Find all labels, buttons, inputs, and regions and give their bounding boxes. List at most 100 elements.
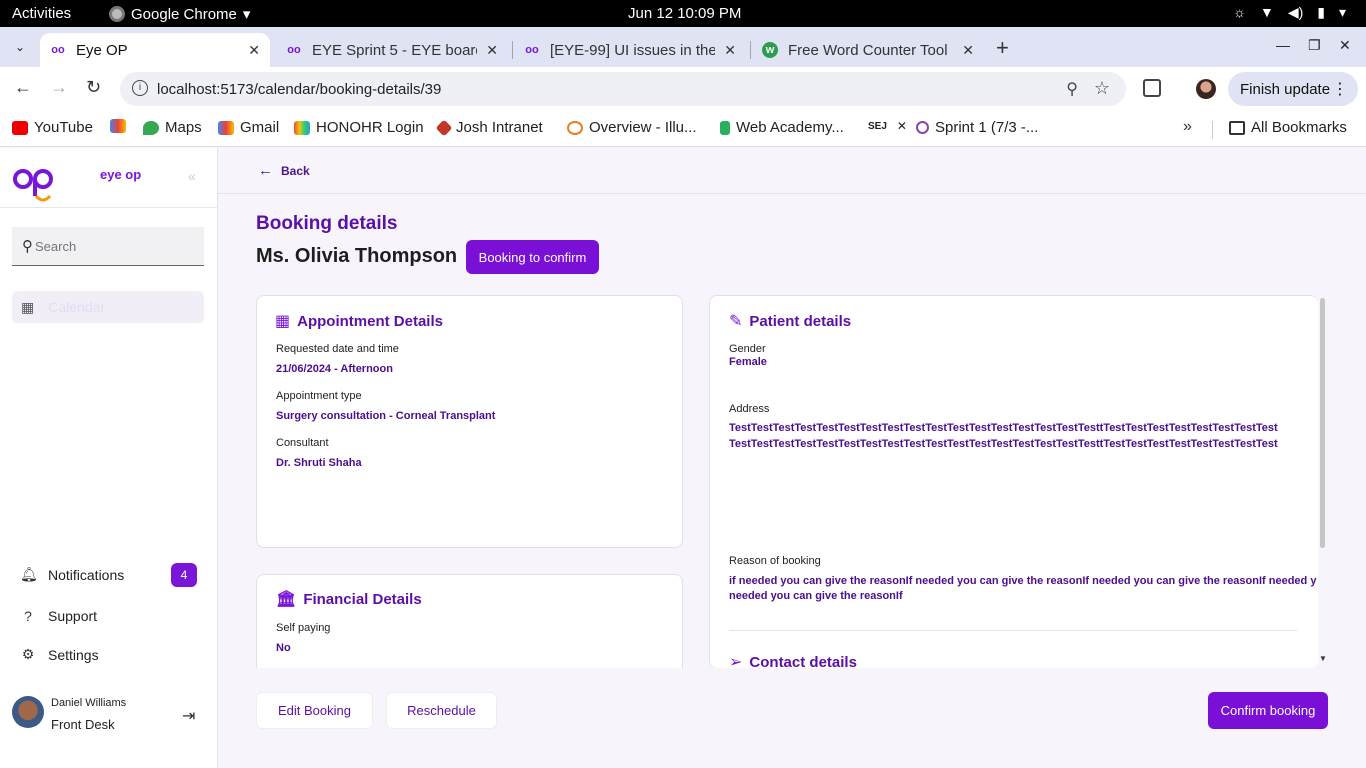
confirm-booking-button[interactable]: Confirm booking xyxy=(1208,692,1328,729)
system-tray[interactable]: ☼ ▼ ◀) ▮ ▾ xyxy=(1233,4,1346,21)
eye-op-logo-icon[interactable] xyxy=(12,166,56,206)
zoom-icon[interactable]: ⚲ xyxy=(1066,79,1078,99)
scrollbar[interactable] xyxy=(1320,298,1325,548)
close-tab-icon[interactable]: ✕ xyxy=(724,42,736,59)
minimize-icon[interactable]: — xyxy=(1276,37,1290,53)
user-role: Front Desk xyxy=(51,717,115,732)
activities-button[interactable]: Activities xyxy=(12,5,71,22)
chrome-icon xyxy=(109,6,125,22)
folder-icon xyxy=(1229,120,1245,135)
gmail-icon xyxy=(218,120,234,135)
booking-status-button[interactable]: Booking to confirm xyxy=(466,240,599,274)
tab-search-button[interactable]: ⌄ xyxy=(8,36,32,60)
consultant-value: Dr. Shruti Shaha xyxy=(276,457,362,469)
bookmark-maps[interactable]: Maps xyxy=(143,119,202,136)
more-bookmarks-icon[interactable]: » xyxy=(1183,118,1192,136)
wifi-icon: ▼ xyxy=(1259,4,1274,20)
bookmark-gmail-m[interactable] xyxy=(110,119,132,133)
search-input[interactable] xyxy=(35,238,185,254)
logout-icon[interactable]: ⇥ xyxy=(182,706,195,726)
patient-details-card: ✎ Patient details Gender Female Address … xyxy=(709,295,1318,668)
tab-word-counter[interactable]: w Free Word Counter Tool ✕ xyxy=(752,33,984,67)
bell-icon: 🔔︎ xyxy=(20,566,38,582)
close-x-icon: ✕ xyxy=(896,119,907,133)
tab-eye-99[interactable]: oo [EYE-99] UI issues in the ✕ xyxy=(514,33,746,67)
card-heading: ✎ Patient details xyxy=(729,311,851,331)
send-icon: ➢ xyxy=(729,654,743,668)
scroll-down-icon[interactable]: ▼ xyxy=(1319,654,1327,663)
forward-arrow-icon[interactable]: → xyxy=(50,77,68,98)
logo-wordmark: eye op xyxy=(100,167,142,182)
sidebar-item-label: Settings xyxy=(48,646,99,663)
card-heading: ▦ Appointment Details xyxy=(275,311,443,331)
close-tab-icon[interactable]: ✕ xyxy=(248,42,260,59)
bookmark-separator xyxy=(1212,121,1213,139)
avatar[interactable] xyxy=(12,696,44,728)
app-menu[interactable]: Google Chrome ▾ xyxy=(109,5,250,23)
tab-title: Eye OP xyxy=(76,41,128,59)
close-tab-icon[interactable]: ✕ xyxy=(962,42,974,59)
back-bar: ← Back xyxy=(218,148,1366,194)
tab-title: [EYE-99] UI issues in the xyxy=(550,41,715,59)
bookmark-overview[interactable]: Overview - Illu... xyxy=(567,119,697,136)
power-menu-icon: ▾ xyxy=(1338,4,1346,20)
sidebar-divider xyxy=(0,207,218,208)
appointment-type-label: Appointment type xyxy=(276,390,362,402)
page-title: Booking details xyxy=(256,213,398,234)
app-root: eye op « ⚲ ▦ Calendar 🔔︎ Notifications 4… xyxy=(0,148,1366,768)
search-icon: ⚲ xyxy=(22,238,33,255)
gender-value: Female xyxy=(729,356,767,368)
bookmark-sej[interactable]: SEJ ✕ xyxy=(868,119,907,133)
search-box[interactable]: ⚲ xyxy=(12,227,204,266)
volume-icon: ◀) xyxy=(1287,4,1304,20)
app-name: Google Chrome xyxy=(131,5,237,23)
reason-line-2: needed you can give the reasonIf xyxy=(729,590,903,602)
address-bar[interactable]: i localhost:5173/calendar/booking-detail… xyxy=(120,72,1126,106)
bookmark-label: All Bookmarks xyxy=(1251,119,1347,136)
collapse-sidebar-icon[interactable]: « xyxy=(188,168,196,184)
site-info-icon[interactable]: i xyxy=(132,80,148,96)
bookmark-label: Sprint 1 (7/3 -... xyxy=(935,119,1039,136)
self-paying-value: No xyxy=(276,642,291,654)
bookmark-josh-intranet[interactable]: Josh Intranet xyxy=(435,119,543,136)
reload-icon[interactable]: ↻ xyxy=(86,77,101,98)
battery-icon: ▮ xyxy=(1317,4,1325,20)
close-window-icon[interactable]: ✕ xyxy=(1339,37,1351,54)
clock[interactable]: Jun 12 10:09 PM xyxy=(628,5,741,22)
tab-title: EYE Sprint 5 - EYE board xyxy=(312,41,477,59)
extensions-icon[interactable] xyxy=(1143,79,1161,97)
sidebar-item-calendar[interactable]: ▦ Calendar xyxy=(12,291,204,323)
new-tab-icon[interactable]: + xyxy=(996,35,1009,61)
profile-avatar[interactable] xyxy=(1196,79,1216,99)
bookmark-honohr[interactable]: HONOHR Login xyxy=(294,119,424,136)
eye-op-favicon-icon: oo xyxy=(51,44,65,56)
close-tab-icon[interactable]: ✕ xyxy=(486,42,498,59)
reschedule-button[interactable]: Reschedule xyxy=(386,692,497,729)
tab-eye-op[interactable]: oo Eye OP ✕ xyxy=(40,33,270,67)
url-text[interactable]: localhost:5173/calendar/booking-details/… xyxy=(157,81,441,98)
sidebar-item-support[interactable]: ? Support xyxy=(20,608,97,624)
back-arrow-icon[interactable]: ← xyxy=(14,77,32,98)
eye-op-favicon-icon: oo xyxy=(525,44,539,56)
card-heading-text: Financial Details xyxy=(303,590,422,608)
requested-date-label: Requested date and time xyxy=(276,343,399,355)
finish-update-button[interactable]: Finish update ⋮ xyxy=(1228,72,1358,106)
sidebar-item-notifications[interactable]: 🔔︎ Notifications xyxy=(20,566,124,583)
all-bookmarks[interactable]: All Bookmarks xyxy=(1229,119,1347,136)
bookmark-star-icon[interactable]: ☆ xyxy=(1094,78,1110,99)
back-link[interactable]: ← Back xyxy=(258,162,310,179)
sidebar-item-settings[interactable]: ⚙ Settings xyxy=(20,646,99,663)
requested-date-value: 21/06/2024 - Afternoon xyxy=(276,363,393,375)
bookmark-youtube[interactable]: YouTube xyxy=(12,119,93,136)
sidebar-item-label: Calendar xyxy=(48,299,106,315)
tab-eye-sprint[interactable]: oo EYE Sprint 5 - EYE board ✕ xyxy=(276,33,508,67)
notifications-count-badge: 4 xyxy=(171,563,197,587)
restore-icon[interactable]: ❐ xyxy=(1308,37,1321,54)
word-counter-favicon-icon: w xyxy=(762,42,778,58)
bookmark-gmail[interactable]: Gmail xyxy=(218,119,279,136)
bookmark-sprint-1[interactable]: Sprint 1 (7/3 -... xyxy=(916,119,1038,136)
bookmark-web-academy[interactable]: Web Academy... xyxy=(720,119,844,136)
edit-booking-button[interactable]: Edit Booking xyxy=(256,692,373,729)
gender-label: Gender xyxy=(729,343,766,355)
browser-toolbar: ← → ↻ i localhost:5173/calendar/booking-… xyxy=(0,67,1366,111)
